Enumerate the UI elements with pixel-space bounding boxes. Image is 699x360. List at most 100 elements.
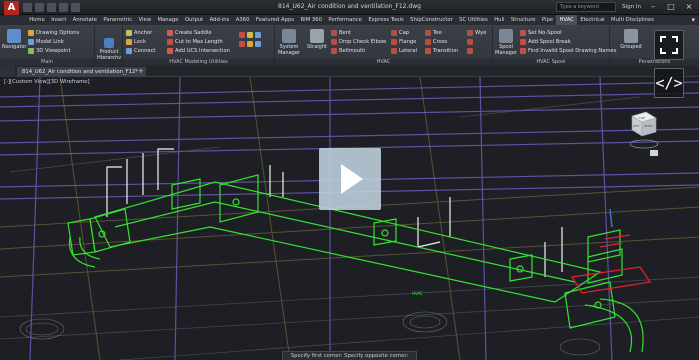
drop-check-elbow-label: Drop Check Elbow xyxy=(339,38,387,45)
add-spool-break-label: Add Spool Break xyxy=(528,38,571,45)
model-link-label: Model Link xyxy=(36,38,64,45)
tab-parametric[interactable]: Parametric xyxy=(100,15,135,25)
panel-main: Navigator Drawing Options Model Link 3D … xyxy=(0,26,95,66)
tool-icon xyxy=(239,40,245,47)
3d-viewpoint-button[interactable]: 3D Viewpoint xyxy=(28,46,79,55)
flange-button[interactable]: Flange xyxy=(391,37,417,46)
tab-structure[interactable]: Structure xyxy=(508,15,539,25)
3d-viewpoint-icon xyxy=(28,47,34,54)
view-cube[interactable]: TOP LEFT FRONT xyxy=(622,108,662,158)
tab-sc-utilities[interactable]: SC Utilities xyxy=(456,15,491,25)
model-canvas[interactable]: HVAC xyxy=(0,77,699,360)
command-line[interactable]: Specify first corner: Specify opposite c… xyxy=(0,351,699,360)
search-input[interactable]: Type a keyword xyxy=(556,2,617,12)
create-saddle-button[interactable]: Create Saddle xyxy=(167,28,230,37)
find-invalid-spool-button[interactable]: Find Invalid Spool Drawing Names xyxy=(520,46,616,55)
ucs-icon xyxy=(167,47,173,54)
product-hierarchy-button[interactable]: Product Hierarchy xyxy=(97,38,121,61)
drawing-options-button[interactable]: Drawing Options xyxy=(28,28,79,37)
viewcube-compass[interactable] xyxy=(629,139,659,149)
straight-label: Straight xyxy=(307,44,327,50)
more-hvac-button-2[interactable] xyxy=(467,46,486,55)
anchor-button[interactable]: Anchor xyxy=(126,28,155,37)
set-no-spool-button[interactable]: Set No-Spool xyxy=(520,28,616,37)
viewport-label[interactable]: [-][Custom View][3D Wireframe] xyxy=(4,79,90,85)
fullscreen-button[interactable] xyxy=(654,30,684,60)
viewcube-home-icon[interactable] xyxy=(650,150,658,156)
cut-max-length-button[interactable]: Cut to Max Length xyxy=(167,37,230,46)
bent-button[interactable]: Bent xyxy=(331,28,386,37)
tab-output[interactable]: Output xyxy=(182,15,207,25)
tab-hvac[interactable]: HVAC xyxy=(556,15,578,25)
tab-express-tools[interactable]: Express Tools xyxy=(365,15,407,25)
tab-hull[interactable]: Hull xyxy=(491,15,508,25)
grouped-button[interactable]: Grouped xyxy=(618,29,644,50)
system-manager-button[interactable]: System Manager xyxy=(275,29,303,56)
lock-button[interactable]: Lock xyxy=(126,37,155,46)
transition-button[interactable]: Transition xyxy=(425,46,458,55)
wye-icon xyxy=(467,29,473,36)
tab-multi-disciplines[interactable]: Multi Disciplines xyxy=(608,15,657,25)
bent-label: Bent xyxy=(339,29,352,36)
panel-hvac-modeling: Anchor Lock Connect Create Saddle Cut to… xyxy=(123,26,275,66)
add-spool-break-button[interactable]: Add Spool Break xyxy=(520,37,616,46)
connect-label: Connect xyxy=(134,47,156,54)
start-tab[interactable] xyxy=(0,66,15,77)
tab-bim-360[interactable]: BIM 360 xyxy=(297,15,325,25)
connect-button[interactable]: Connect xyxy=(126,46,155,55)
ribbon-expand-icon[interactable]: ▾ xyxy=(691,15,695,26)
tab-shipconstructor[interactable]: ShipConstructor xyxy=(407,15,456,25)
play-button[interactable] xyxy=(319,148,381,210)
drop-check-elbow-button[interactable]: Drop Check Elbow xyxy=(331,37,386,46)
fitting-icon xyxy=(467,47,473,54)
command-prompt: Specify first corner: Specify opposite c… xyxy=(281,351,418,360)
close-icon[interactable]: × xyxy=(683,2,695,12)
add-ucs-intersection-button[interactable]: Add UCS Intersection xyxy=(167,46,230,55)
straight-button[interactable]: Straight xyxy=(305,29,329,50)
cross-label: Cross xyxy=(433,38,448,45)
tab-a360[interactable]: A360 xyxy=(233,15,253,25)
panel-hvac-spool: Spool Manager Set No-Spool Add Spool Bre… xyxy=(493,26,616,66)
tool-button-1[interactable] xyxy=(239,30,263,39)
maximize-icon[interactable]: □ xyxy=(665,2,677,12)
new-tab-icon[interactable]: + xyxy=(138,66,144,77)
minimize-icon[interactable]: – xyxy=(647,2,659,12)
cross-icon xyxy=(425,38,431,45)
tab-insert[interactable]: Insert xyxy=(48,15,70,25)
tool-icon xyxy=(239,31,245,38)
navigator-button[interactable]: Navigator xyxy=(2,29,26,50)
spool-manager-button[interactable]: Spool Manager xyxy=(494,29,518,56)
cross-button[interactable]: Cross xyxy=(425,37,458,46)
anchor-icon xyxy=(126,29,132,36)
tab-electrical[interactable]: Electrical xyxy=(577,15,608,25)
lateral-button[interactable]: Lateral xyxy=(391,46,417,55)
file-tab[interactable]: 814_U62_Air condition and ventilation_F1… xyxy=(17,67,147,77)
tab-annotate[interactable]: Annotate xyxy=(70,15,101,25)
fitting-icon xyxy=(467,38,473,45)
tool-icon xyxy=(247,40,253,47)
drawing-options-icon xyxy=(28,29,34,36)
wye-button[interactable]: Wye xyxy=(467,28,486,37)
tab-view[interactable]: View xyxy=(135,15,154,25)
panel-hvac: System Manager Straight Bent Drop Check … xyxy=(275,26,493,66)
tab-add-ins[interactable]: Add-ins xyxy=(206,15,232,25)
sign-in-link[interactable]: Sign In xyxy=(622,4,641,10)
tool-button-2[interactable] xyxy=(239,39,263,48)
drawing-viewport[interactable]: HVAC [-][Custom View][3D Wireframe] Spec… xyxy=(0,77,699,360)
bent-icon xyxy=(331,29,337,36)
cap-button[interactable]: Cap xyxy=(391,28,417,37)
add-ucs-label: Add UCS Intersection xyxy=(175,47,230,54)
tab-pipe[interactable]: Pipe xyxy=(539,15,557,25)
embed-code-button[interactable]: </> xyxy=(654,68,684,98)
tab-performance[interactable]: Performance xyxy=(325,15,365,25)
tab-featured-apps[interactable]: Featured Apps xyxy=(253,15,298,25)
more-hvac-button[interactable] xyxy=(467,37,486,46)
tee-button[interactable]: Tee xyxy=(425,28,458,37)
no-spool-icon xyxy=(520,29,526,36)
tab-manage[interactable]: Manage xyxy=(154,15,181,25)
tab-home[interactable]: Home xyxy=(26,15,48,25)
find-spool-icon xyxy=(520,47,526,54)
bellmouth-button[interactable]: Bellmouth xyxy=(331,46,386,55)
model-link-button[interactable]: Model Link xyxy=(28,37,79,46)
cut-icon xyxy=(167,38,173,45)
